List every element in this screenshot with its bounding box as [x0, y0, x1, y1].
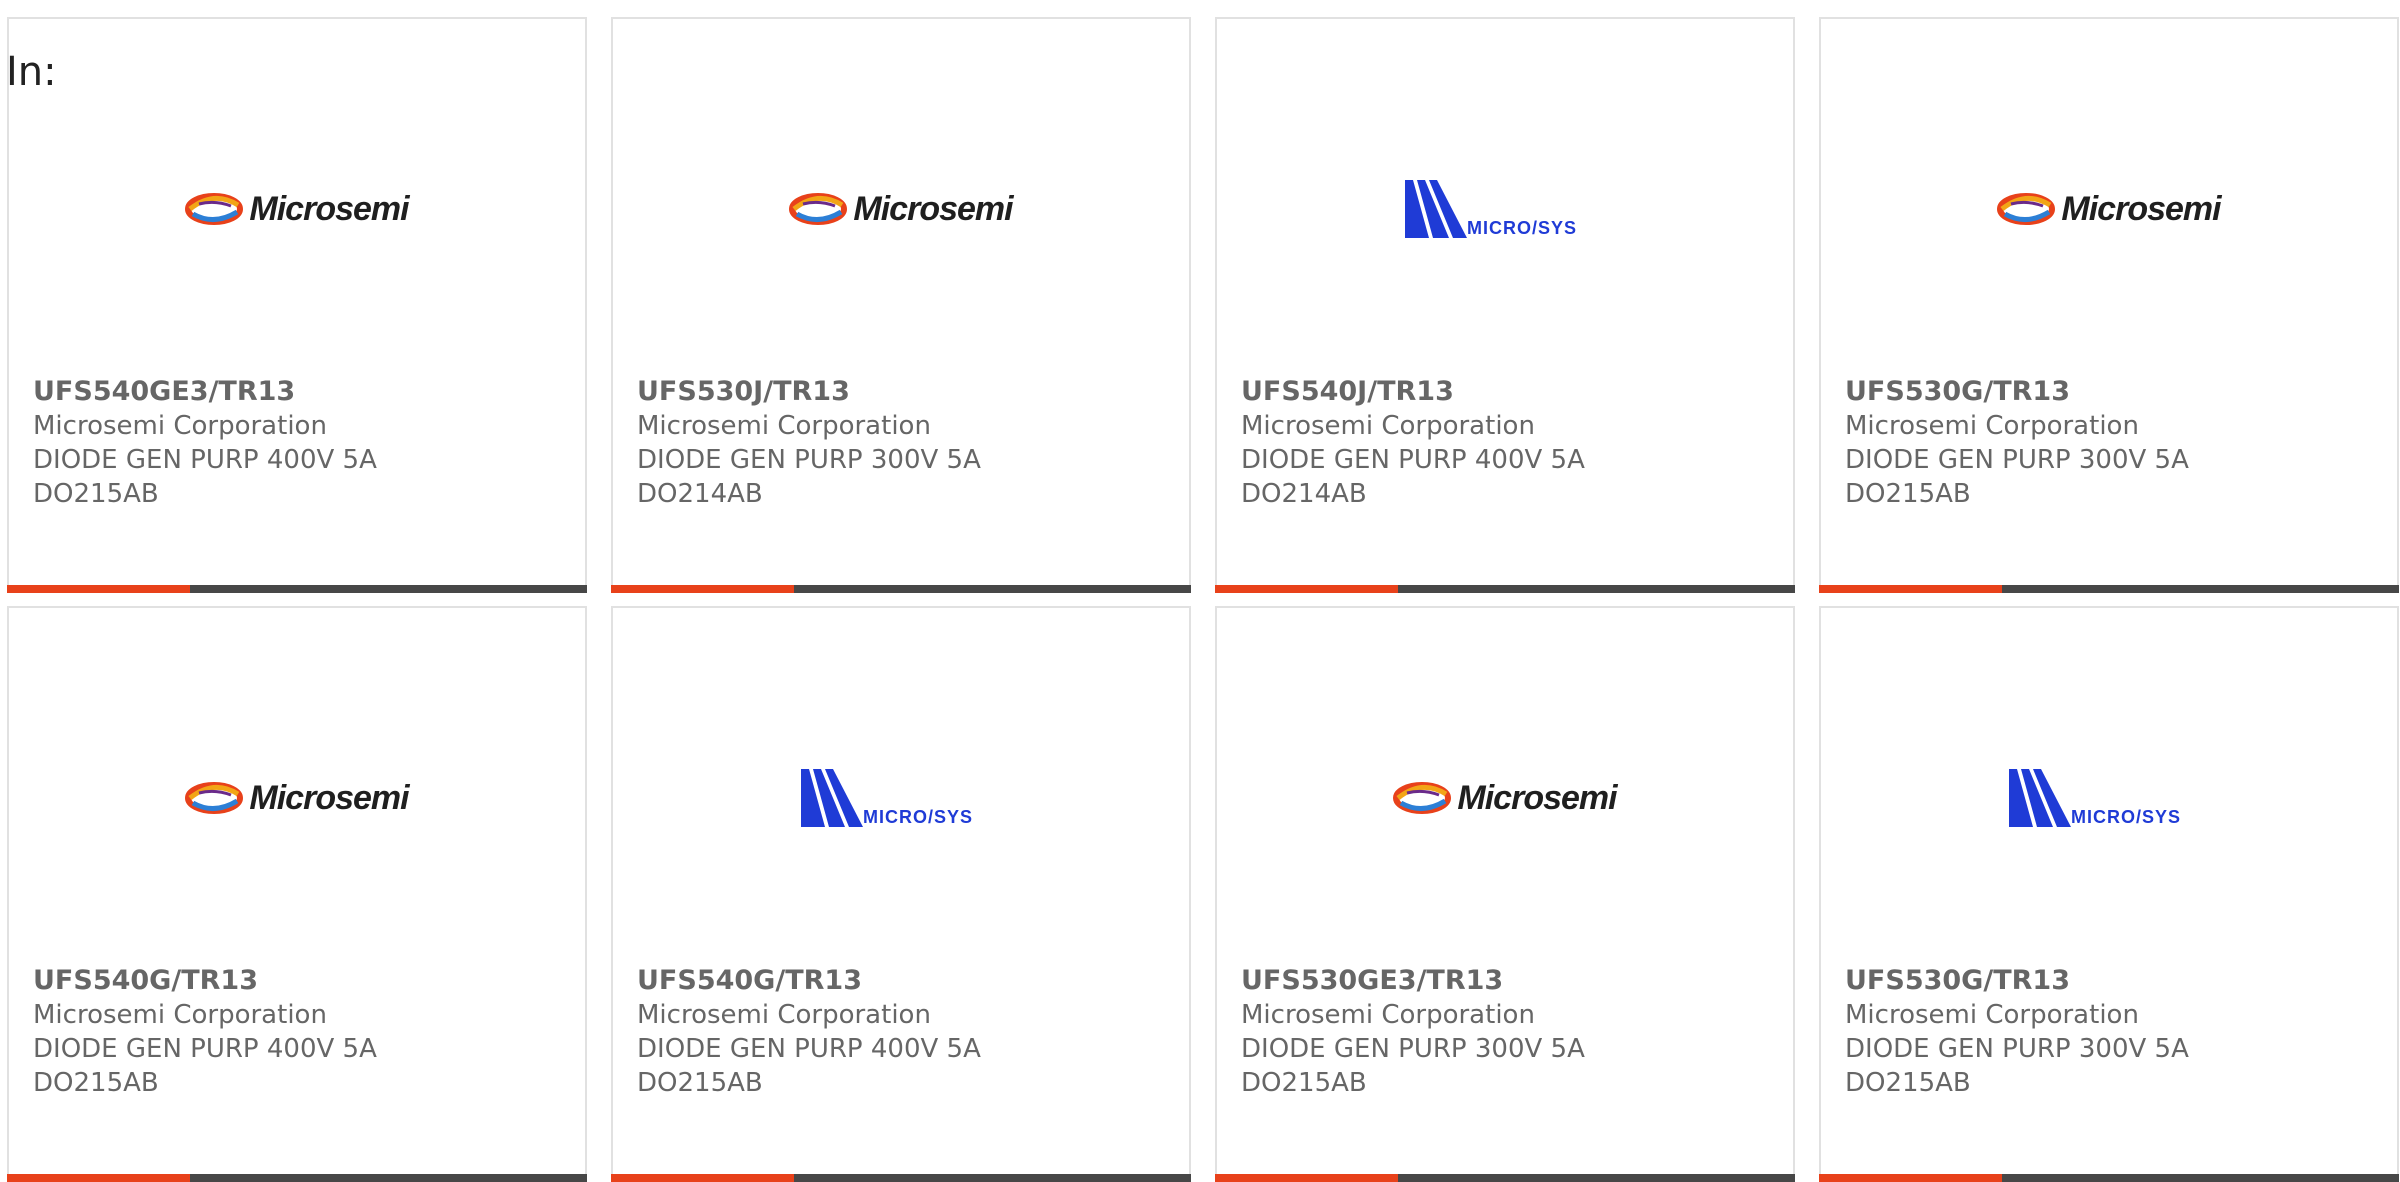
- package-type: DO215AB: [33, 1068, 159, 1098]
- microsemi-swirl-icon: [1997, 193, 2056, 225]
- product-info: UFS530GE3/TR13 Microsemi Corporation DIO…: [1241, 964, 1783, 1100]
- part-number-link[interactable]: UFS540J/TR13: [1241, 375, 1783, 409]
- microsemi-swirl-icon: [789, 193, 848, 225]
- card-bottom-bar: [7, 1174, 587, 1182]
- microsemi-logo: Microsemi: [789, 189, 1014, 229]
- product-description: DIODE GEN PURP 400V 5A: [1241, 445, 1585, 475]
- manufacturer-name: Microsemi Corporation: [33, 1000, 327, 1030]
- package-type: DO215AB: [33, 479, 159, 509]
- manufacturer-name: Microsemi Corporation: [1241, 411, 1535, 441]
- product-card[interactable]: Microsemi UFS530G/TR13 Microsemi Corpora…: [1819, 17, 2399, 593]
- card-accent-bar: [1819, 585, 2002, 593]
- microsys-wordmark: MICRO/SYS: [863, 807, 974, 827]
- product-info: UFS530J/TR13 Microsemi Corporation DIODE…: [637, 375, 1179, 511]
- manufacturer-logo: Microsemi: [1821, 149, 2397, 269]
- card-accent-bar: [611, 585, 794, 593]
- filter-prefix-label: In:: [6, 49, 57, 95]
- product-card[interactable]: MICRO/SYS UFS540G/TR13 Microsemi Corpora…: [611, 606, 1191, 1182]
- part-number-link[interactable]: UFS530G/TR13: [1845, 964, 2387, 998]
- card-accent-bar: [1819, 1174, 2002, 1182]
- microsemi-swirl-icon: [185, 782, 244, 814]
- microsys-wordmark: MICRO/SYS: [2071, 807, 2182, 827]
- product-info: UFS540GE3/TR13 Microsemi Corporation DIO…: [33, 375, 575, 511]
- card-accent-bar: [1215, 1174, 1398, 1182]
- microsemi-wordmark: Microsemi: [249, 189, 409, 228]
- manufacturer-name: Microsemi Corporation: [637, 411, 931, 441]
- package-type: DO215AB: [1845, 479, 1971, 509]
- product-card[interactable]: Microsemi UFS530GE3/TR13 Microsemi Corpo…: [1215, 606, 1795, 1182]
- microsemi-logo: Microsemi: [1997, 189, 2222, 229]
- card-bottom-bar: [1819, 585, 2399, 593]
- microsemi-logo: Microsemi: [185, 189, 410, 229]
- microsemi-wordmark: Microsemi: [853, 189, 1013, 228]
- package-type: DO215AB: [1241, 1068, 1367, 1098]
- part-number-link[interactable]: UFS540G/TR13: [637, 964, 1179, 998]
- manufacturer-logo: Microsemi: [9, 738, 585, 858]
- product-description: DIODE GEN PURP 400V 5A: [33, 1034, 377, 1064]
- package-type: DO215AB: [637, 1068, 763, 1098]
- product-description: DIODE GEN PURP 300V 5A: [1845, 1034, 2189, 1064]
- manufacturer-name: Microsemi Corporation: [1845, 411, 2139, 441]
- product-card[interactable]: Microsemi UFS530J/TR13 Microsemi Corpora…: [611, 17, 1191, 593]
- part-number-link[interactable]: UFS530G/TR13: [1845, 375, 2387, 409]
- product-description: DIODE GEN PURP 400V 5A: [637, 1034, 981, 1064]
- microsemi-wordmark: Microsemi: [249, 778, 409, 817]
- microsemi-logo: Microsemi: [185, 778, 410, 818]
- microsemi-wordmark: Microsemi: [1457, 778, 1617, 817]
- microsys-logo: MICRO/SYS: [801, 767, 1001, 829]
- manufacturer-logo: MICRO/SYS: [1821, 738, 2397, 858]
- microsys-logo: MICRO/SYS: [1405, 178, 1605, 240]
- product-description: DIODE GEN PURP 300V 5A: [637, 445, 981, 475]
- microsemi-swirl-icon: [1393, 782, 1452, 814]
- product-info: UFS540G/TR13 Microsemi Corporation DIODE…: [33, 964, 575, 1100]
- part-number-link[interactable]: UFS530J/TR13: [637, 375, 1179, 409]
- part-number-link[interactable]: UFS540G/TR13: [33, 964, 575, 998]
- card-accent-bar: [1215, 585, 1398, 593]
- manufacturer-logo: Microsemi: [613, 149, 1189, 269]
- microsys-logo: MICRO/SYS: [2009, 767, 2209, 829]
- package-type: DO214AB: [1241, 479, 1367, 509]
- manufacturer-name: Microsemi Corporation: [637, 1000, 931, 1030]
- manufacturer-logo: Microsemi: [1217, 738, 1793, 858]
- product-card[interactable]: Microsemi UFS540G/TR13 Microsemi Corpora…: [7, 606, 587, 1182]
- product-description: DIODE GEN PURP 300V 5A: [1845, 445, 2189, 475]
- part-number-link[interactable]: UFS530GE3/TR13: [1241, 964, 1783, 998]
- card-bottom-bar: [611, 585, 1191, 593]
- product-description: DIODE GEN PURP 300V 5A: [1241, 1034, 1585, 1064]
- product-card[interactable]: MICRO/SYS UFS530G/TR13 Microsemi Corpora…: [1819, 606, 2399, 1182]
- product-info: UFS540G/TR13 Microsemi Corporation DIODE…: [637, 964, 1179, 1100]
- package-type: DO215AB: [1845, 1068, 1971, 1098]
- product-grid: Microsemi UFS540GE3/TR13 Microsemi Corpo…: [0, 0, 2400, 1182]
- card-bottom-bar: [1819, 1174, 2399, 1182]
- manufacturer-name: Microsemi Corporation: [33, 411, 327, 441]
- card-bottom-bar: [1215, 585, 1795, 593]
- card-accent-bar: [611, 1174, 794, 1182]
- card-accent-bar: [7, 1174, 190, 1182]
- product-card[interactable]: Microsemi UFS540GE3/TR13 Microsemi Corpo…: [7, 17, 587, 593]
- part-number-link[interactable]: UFS540GE3/TR13: [33, 375, 575, 409]
- microsemi-wordmark: Microsemi: [2061, 189, 2221, 228]
- manufacturer-logo: MICRO/SYS: [1217, 149, 1793, 269]
- manufacturer-logo: MICRO/SYS: [613, 738, 1189, 858]
- product-info: UFS540J/TR13 Microsemi Corporation DIODE…: [1241, 375, 1783, 511]
- product-info: UFS530G/TR13 Microsemi Corporation DIODE…: [1845, 964, 2387, 1100]
- product-card[interactable]: MICRO/SYS UFS540J/TR13 Microsemi Corpora…: [1215, 17, 1795, 593]
- card-bottom-bar: [7, 585, 587, 593]
- card-bottom-bar: [611, 1174, 1191, 1182]
- card-bottom-bar: [1215, 1174, 1795, 1182]
- card-accent-bar: [7, 585, 190, 593]
- manufacturer-name: Microsemi Corporation: [1241, 1000, 1535, 1030]
- manufacturer-logo: Microsemi: [9, 149, 585, 269]
- product-info: UFS530G/TR13 Microsemi Corporation DIODE…: [1845, 375, 2387, 511]
- microsys-wordmark: MICRO/SYS: [1467, 218, 1578, 238]
- package-type: DO214AB: [637, 479, 763, 509]
- manufacturer-name: Microsemi Corporation: [1845, 1000, 2139, 1030]
- microsemi-logo: Microsemi: [1393, 778, 1618, 818]
- product-description: DIODE GEN PURP 400V 5A: [33, 445, 377, 475]
- microsemi-swirl-icon: [185, 193, 244, 225]
